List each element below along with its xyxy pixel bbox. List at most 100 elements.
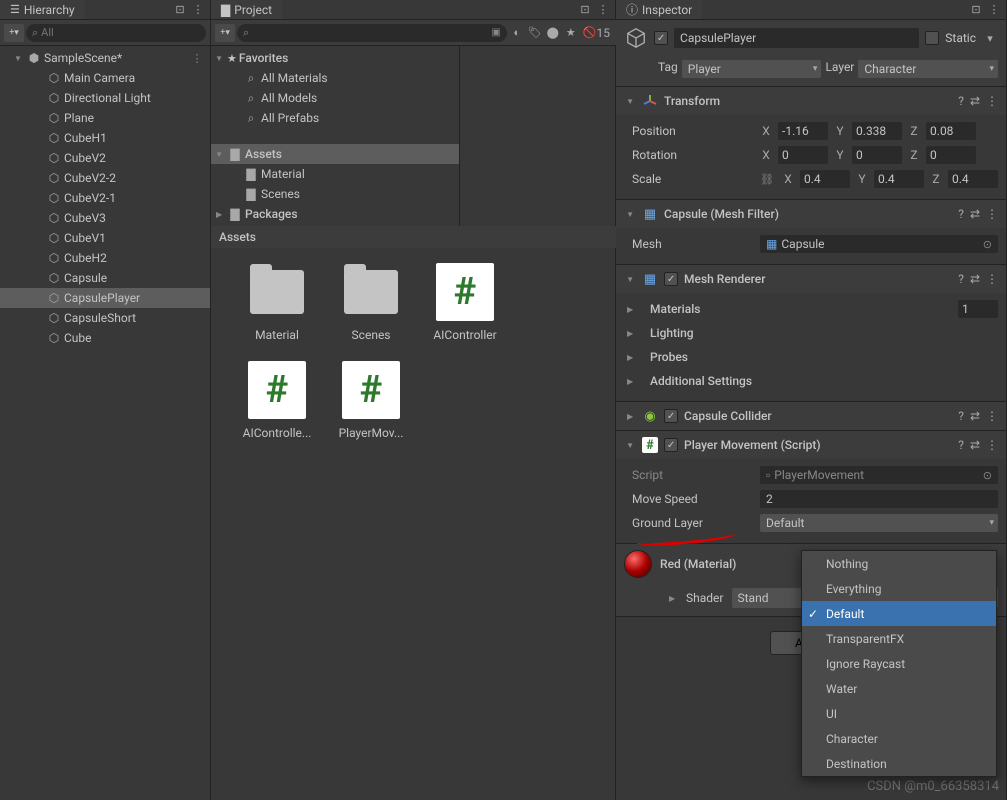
layer-option[interactable]: Ignore Raycast [802, 651, 996, 676]
hierarchy-item[interactable]: ⬡CubeV3 [0, 208, 210, 228]
asset-item[interactable]: #AIController [423, 262, 507, 342]
active-checkbox[interactable] [654, 31, 668, 45]
hierarchy-item[interactable]: ⬡CubeV2-2 [0, 168, 210, 188]
context-menu-icon[interactable]: ⋮ [595, 2, 611, 18]
menu-icon[interactable]: ⋮ [986, 409, 998, 423]
menu-icon[interactable]: ⋮ [986, 272, 998, 286]
rotation-y[interactable] [852, 146, 902, 164]
warning-icon[interactable]: ⬤ [545, 25, 561, 41]
preset-icon[interactable]: ⇄ [970, 207, 980, 221]
rotation-x[interactable] [778, 146, 828, 164]
layer-option[interactable]: Destination [802, 751, 996, 776]
scene-row[interactable]: ▼ ⬢ SampleScene* ⋮ [0, 48, 210, 68]
collapse-icon[interactable]: ▼ [624, 210, 636, 219]
asset-item[interactable]: Material [235, 262, 319, 342]
favorites-row[interactable]: ▼ ★ Favorites [211, 48, 459, 68]
hierarchy-item[interactable]: ⬡CubeV2-1 [0, 188, 210, 208]
layer-option[interactable]: Everything [802, 576, 996, 601]
capsulecollider-checkbox[interactable] [664, 409, 678, 423]
playermovement-header[interactable]: ▼ # Player Movement (Script) ?⇄⋮ [616, 431, 1006, 459]
expand-icon[interactable]: ▶ [666, 594, 678, 603]
popout-icon[interactable]: ⊡ [172, 2, 188, 18]
expand-icon[interactable]: ▼ [213, 54, 225, 63]
lock-icon[interactable]: ⊡ [968, 2, 984, 18]
packages-row[interactable]: ▶ ▇ Packages [211, 204, 459, 224]
layer-option[interactable]: Character [802, 726, 996, 751]
scene-menu-icon[interactable]: ⋮ [192, 50, 208, 66]
context-menu-icon[interactable]: ⋮ [190, 2, 206, 18]
expand-icon[interactable]: ▶ [213, 210, 225, 219]
asset-item[interactable]: Scenes [329, 262, 413, 342]
asset-tree-item[interactable]: ▇Scenes [211, 184, 459, 204]
collapse-icon[interactable]: ▼ [624, 441, 636, 450]
menu-icon[interactable]: ⋮ [986, 438, 998, 452]
position-x[interactable] [778, 122, 828, 140]
context-menu-icon[interactable]: ⋮ [986, 2, 1002, 18]
hidden-count[interactable]: 🚫15 [581, 25, 612, 41]
hierarchy-tab[interactable]: ☰Hierarchy [0, 0, 85, 19]
meshfilter-header[interactable]: ▼ ▦ Capsule (Mesh Filter) ?⇄⋮ [616, 200, 1006, 228]
hierarchy-item[interactable]: ⬡CapsuleShort [0, 308, 210, 328]
search-filter-icon[interactable]: ▣ [491, 27, 500, 38]
asset-item[interactable]: #PlayerMov... [329, 360, 413, 440]
favorite-item[interactable]: ⌕All Materials [211, 68, 459, 88]
inspector-tab[interactable]: ⓘInspector [616, 0, 702, 19]
project-search-input[interactable] [252, 26, 488, 39]
help-icon[interactable]: ? [958, 438, 964, 452]
hierarchy-item[interactable]: ⬡Directional Light [0, 88, 210, 108]
favorite-item[interactable]: ⌕All Prefabs [211, 108, 459, 128]
rotation-z[interactable] [926, 146, 976, 164]
menu-icon[interactable]: ⋮ [986, 94, 998, 108]
expand-icon[interactable]: ▼ [213, 150, 225, 159]
ground-layer-dropdown[interactable]: Default [760, 514, 998, 532]
object-picker-icon[interactable]: ⊙ [983, 238, 992, 251]
help-icon[interactable]: ? [958, 94, 964, 108]
assets-row[interactable]: ▼ ▇ Assets [211, 144, 459, 164]
static-dropdown-icon[interactable]: ▾ [982, 30, 998, 46]
layer-option[interactable]: Nothing [802, 551, 996, 576]
position-y[interactable] [852, 122, 902, 140]
expand-icon[interactable]: ▼ [12, 54, 24, 63]
hierarchy-item[interactable]: ⬡CapsulePlayer [0, 288, 210, 308]
asset-tree-item[interactable]: ▇Material [211, 164, 459, 184]
tag-dropdown[interactable]: Player [682, 60, 822, 78]
hierarchy-item[interactable]: ⬡CubeH2 [0, 248, 210, 268]
popout-icon[interactable]: ⊡ [577, 2, 593, 18]
gameobject-icon[interactable] [624, 26, 648, 50]
hierarchy-search-input[interactable] [41, 26, 200, 39]
meshrenderer-header[interactable]: ▼ ▦ Mesh Renderer ?⇄⋮ [616, 265, 1006, 293]
position-z[interactable] [926, 122, 976, 140]
create-dropdown[interactable]: +▾ [4, 24, 24, 42]
star-icon[interactable]: ★ [563, 25, 579, 41]
layer-option[interactable]: Default [802, 601, 996, 626]
scale-link-icon[interactable]: ⛓ [760, 173, 774, 186]
help-icon[interactable]: ? [958, 272, 964, 286]
create-dropdown[interactable]: +▾ [215, 24, 235, 42]
hierarchy-item[interactable]: ⬡Plane [0, 108, 210, 128]
project-search[interactable]: ⌕ ▣ [237, 24, 507, 42]
move-speed-input[interactable] [760, 490, 998, 508]
help-icon[interactable]: ? [958, 207, 964, 221]
scale-x[interactable] [800, 170, 850, 188]
gameobject-name-input[interactable] [674, 28, 919, 48]
mesh-field[interactable]: ▦Capsule⊙ [760, 235, 998, 253]
menu-icon[interactable]: ⋮ [986, 207, 998, 221]
object-picker-icon[interactable]: ⊙ [983, 469, 992, 482]
help-icon[interactable]: ? [958, 409, 964, 423]
layer-option[interactable]: Water [802, 676, 996, 701]
layer-option[interactable]: TransparentFX [802, 626, 996, 651]
materials-count[interactable] [958, 300, 998, 318]
preset-icon[interactable]: ⇄ [970, 272, 980, 286]
hierarchy-item[interactable]: ⬡Capsule [0, 268, 210, 288]
hierarchy-item[interactable]: ⬡CubeV2 [0, 148, 210, 168]
layer-option[interactable]: UI [802, 701, 996, 726]
layer-dropdown[interactable]: Character [858, 60, 998, 78]
static-checkbox[interactable] [925, 31, 939, 45]
hierarchy-item[interactable]: ⬡CubeH1 [0, 128, 210, 148]
preset-icon[interactable]: ⇄ [970, 409, 980, 423]
hierarchy-search[interactable]: ⌕ [26, 24, 206, 42]
preset-icon[interactable]: ⇄ [970, 438, 980, 452]
favorite-item[interactable]: ⌕All Models [211, 88, 459, 108]
script-checkbox[interactable] [664, 438, 678, 452]
hierarchy-item[interactable]: ⬡CubeV1 [0, 228, 210, 248]
